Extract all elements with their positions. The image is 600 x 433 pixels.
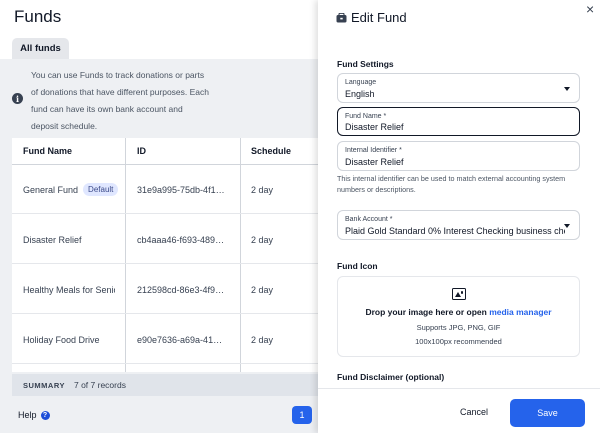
table-row[interactable]: Holiday Food Drive e90e7636-a69a-41… 2 d… <box>12 315 318 364</box>
summary-bar: SUMMARY 7 of 7 records <box>12 374 318 396</box>
help-icon: ? <box>40 410 50 420</box>
fund-name-value: Disaster Relief <box>345 122 404 132</box>
fund-schedule: 2 day <box>251 184 274 195</box>
internal-identifier-label: Internal Identifier * <box>345 147 402 154</box>
drop-text: Drop your image here or open <box>365 307 490 317</box>
fund-id: cb4aaa46-f693-489… <box>137 234 225 245</box>
funds-table: Fund Name ID Schedule General Fund Defaul… <box>12 138 318 372</box>
close-icon[interactable]: × <box>586 1 594 17</box>
internal-identifier-field[interactable]: Internal Identifier * Disaster Relief <box>337 141 580 171</box>
fund-name-label: Fund Name * <box>345 113 387 120</box>
fund-box-icon <box>336 12 347 22</box>
chevron-down-icon <box>564 87 570 91</box>
media-manager-link[interactable]: media manager <box>489 307 551 317</box>
column-header-fund-name[interactable]: Fund Name <box>23 146 72 156</box>
chevron-down-icon <box>564 224 570 228</box>
bank-account-label: Bank Account * <box>345 216 393 223</box>
help-link[interactable]: Help ? <box>18 410 50 420</box>
fund-id: e90e7636-a69a-41… <box>137 334 223 345</box>
page-title: Funds <box>14 7 62 26</box>
fund-name: Holiday Food Drive <box>23 334 100 345</box>
language-value: English <box>345 89 375 99</box>
cancel-button[interactable]: Cancel <box>460 407 488 417</box>
table-header: Fund Name ID Schedule <box>12 138 318 165</box>
drop-instructions: Drop your image here or open media manag… <box>338 307 579 317</box>
bank-account-select[interactable]: Bank Account * Plaid Gold Standard 0% In… <box>337 210 580 240</box>
language-label: Language <box>345 79 377 86</box>
fund-settings-heading: Fund Settings <box>337 59 394 69</box>
table-row[interactable]: General Fund Default 31e9a995-75db-4f1… 2… <box>12 165 318 214</box>
drop-formats: Supports JPG, PNG, GIF <box>416 323 501 332</box>
language-select[interactable]: Language English <box>337 73 580 103</box>
table-row[interactable]: Healthy Meals for Seniors 212598cd-86e3-… <box>12 265 318 314</box>
help-label: Help <box>18 410 37 420</box>
bank-account-value: Plaid Gold Standard 0% Interest Checking… <box>345 226 565 236</box>
drawer-title: Edit Fund <box>351 10 407 25</box>
default-badge: Default <box>83 183 119 196</box>
column-header-schedule[interactable]: Schedule <box>251 146 291 156</box>
summary-label: SUMMARY <box>23 380 65 390</box>
fund-schedule: 2 day <box>251 234 274 245</box>
info-text: You can use Funds to track donations or … <box>31 70 209 131</box>
drop-size: 100x100px recommended <box>415 337 502 346</box>
fund-schedule: 2 day <box>251 334 274 345</box>
save-button[interactable]: Save <box>510 399 585 427</box>
fund-disclaimer-heading: Fund Disclaimer (optional) <box>337 372 445 382</box>
fund-id: 212598cd-86e3-4f9… <box>137 284 225 295</box>
fund-name: General Fund <box>23 184 79 195</box>
edit-fund-drawer: Edit Fund × Fund Settings Language Engli… <box>318 0 600 433</box>
drawer-header: Edit Fund <box>336 10 407 25</box>
image-dropzone[interactable]: Drop your image here or open media manag… <box>337 276 580 357</box>
info-icon: i <box>12 93 23 104</box>
fund-name-field[interactable]: Fund Name * Disaster Relief <box>337 107 580 136</box>
fund-name: Healthy Meals for Seniors <box>23 284 115 295</box>
fund-icon-heading: Fund Icon <box>337 261 378 271</box>
internal-identifier-hint: This internal identifier can be used to … <box>337 174 566 194</box>
image-icon <box>452 288 466 300</box>
fund-schedule: 2 day <box>251 284 274 295</box>
page-button[interactable]: 1 <box>292 406 312 424</box>
fund-id: 31e9a995-75db-4f1… <box>137 184 225 195</box>
table-row[interactable]: Disaster Relief cb4aaa46-f693-489… 2 day <box>12 215 318 264</box>
summary-value: 7 of 7 records <box>73 380 126 390</box>
tab-all-funds[interactable]: All funds <box>12 38 69 59</box>
column-header-id[interactable]: ID <box>137 146 146 156</box>
drawer-footer: Cancel Save <box>318 388 600 433</box>
internal-identifier-value: Disaster Relief <box>345 157 404 167</box>
fund-name: Disaster Relief <box>23 234 82 245</box>
